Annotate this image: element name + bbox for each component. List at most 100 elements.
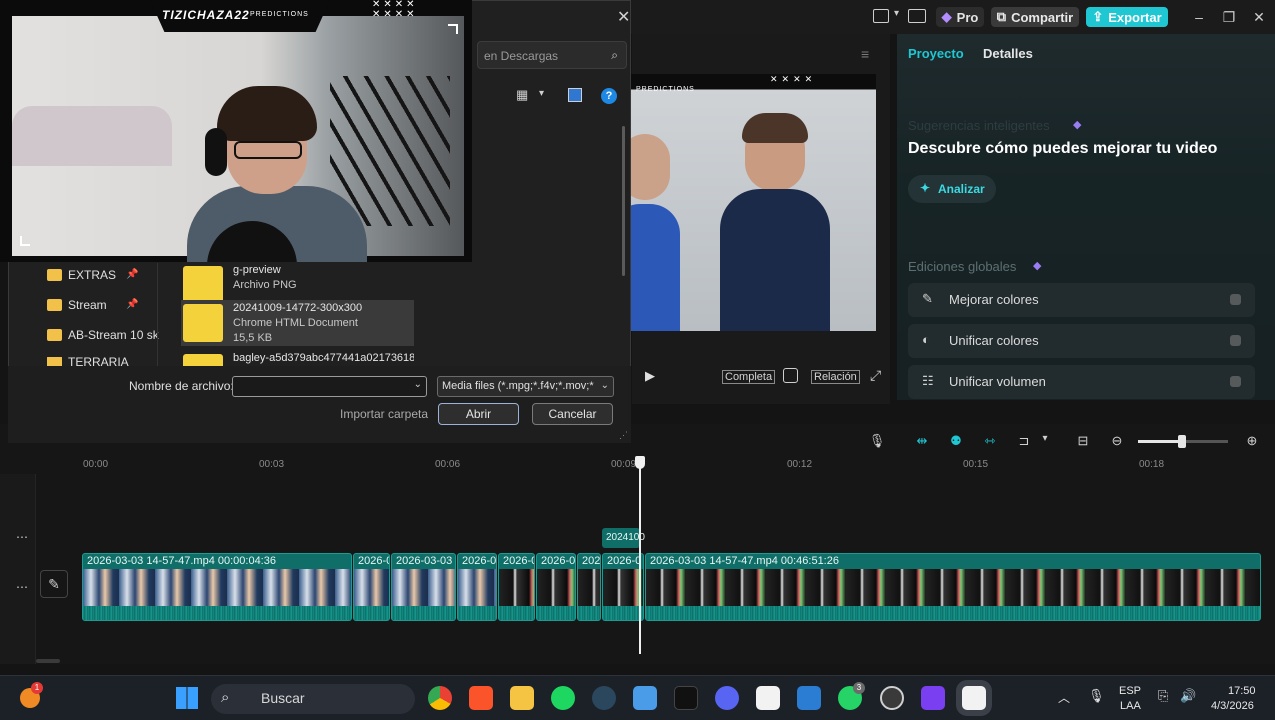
nav-item-stream[interactable]: Stream (47, 298, 107, 312)
word-icon[interactable] (797, 686, 821, 710)
volume-icon[interactable]: 🔊 (1180, 688, 1196, 704)
unify-colors-item[interactable]: ◐ Unificar colores (908, 324, 1255, 358)
capcut-active-icon[interactable] (962, 686, 986, 710)
unify-colors-toggle[interactable] (1230, 335, 1241, 346)
tab-project[interactable]: Proyecto (908, 46, 964, 61)
zoom-slider-handle[interactable] (1178, 435, 1186, 448)
timeline-clip[interactable]: 2026-03-03 14-57-47.mp4 00:00:04:36 (82, 553, 352, 621)
chevron-down-icon[interactable]: ▾ (1036, 433, 1054, 449)
pro-button[interactable]: ◆ Pro (936, 7, 984, 27)
chrome-icon[interactable] (428, 686, 452, 710)
obs-icon[interactable] (880, 686, 904, 710)
dialog-scrollbar[interactable] (622, 126, 625, 276)
timeline-clip[interactable]: 2026-03-03 (391, 553, 456, 621)
shortcut-icon[interactable] (908, 9, 926, 23)
enhance-colors-toggle[interactable] (1230, 294, 1241, 305)
filename-input[interactable]: ⌄ (232, 376, 427, 397)
language-top[interactable]: ESP (1119, 685, 1141, 697)
enhance-colors-label: Mejorar colores (949, 292, 1039, 307)
split-icon[interactable]: ⊐ (1015, 433, 1033, 449)
network-icon[interactable]: ⎘ (1158, 688, 1168, 704)
spotify-icon[interactable] (551, 686, 575, 710)
nav-item-extras[interactable]: EXTRAS (47, 268, 116, 282)
resize-grip-icon[interactable]: ⋰ (619, 430, 628, 441)
timeline-clip[interactable]: 2026-03-03 14-57-47.mp4 00:46:51:26 (645, 553, 1261, 621)
taskbar-search[interactable]: ⌕ Buscar (211, 684, 415, 714)
brave-icon[interactable] (469, 686, 493, 710)
steam-icon[interactable] (592, 686, 616, 710)
link-clips-icon[interactable]: ⇿ (981, 433, 999, 449)
timeline-clip[interactable]: 2026-0 (536, 553, 576, 621)
file-item-selected[interactable]: 20241009-14772-300x300 Chrome HTML Docum… (181, 300, 414, 346)
enhance-colors-item[interactable]: ✎ Mejorar colores (908, 283, 1255, 317)
aspect-ratio-button[interactable]: Relación (811, 370, 860, 384)
timeline-clip[interactable]: 2026-0 (498, 553, 535, 621)
minimize-icon[interactable]: – (1190, 8, 1208, 26)
edit-track-icon[interactable]: ✎ (40, 570, 68, 598)
share-button[interactable]: ⧉ Compartir (991, 7, 1079, 27)
chevron-down-icon[interactable]: ⌄ (414, 379, 422, 390)
close-icon[interactable]: ✕ (617, 7, 630, 27)
discord-icon[interactable] (715, 686, 739, 710)
unify-volume-toggle[interactable] (1230, 376, 1241, 387)
preview-pane-icon[interactable] (568, 88, 582, 102)
menu-icon[interactable]: ≡ (861, 46, 869, 62)
microphone-icon[interactable]: 🎙 (1088, 688, 1105, 704)
play-icon[interactable]: ▶ (645, 368, 655, 384)
full-quality-button[interactable]: Completa (722, 370, 776, 384)
layout-icon[interactable] (873, 9, 889, 23)
nav-item-ab-stream[interactable]: AB-Stream 10 sk (47, 328, 159, 342)
timeline-clip[interactable]: 2026-0 (602, 553, 644, 621)
clock-date[interactable]: 4/3/2026 (1211, 700, 1254, 712)
help-icon[interactable]: ? (601, 88, 617, 104)
file-item[interactable]: bagley-a5d379abc477441a02173618 (181, 350, 414, 367)
timeline-horizontal-scrollbar[interactable] (36, 659, 60, 663)
preview-video-frame[interactable]: PREDICTIONS ✕✕✕✕ (630, 74, 876, 331)
chevron-up-icon[interactable]: ︿ (1058, 689, 1070, 706)
preview-axis-icon[interactable]: ⊟ (1074, 433, 1092, 449)
playhead-handle[interactable] (635, 456, 645, 469)
gem-icon: ◆ (941, 9, 952, 24)
tab-details[interactable]: Detalles (983, 46, 1033, 61)
magnet-link-icon[interactable]: ⇹ (913, 433, 931, 449)
zoom-in-icon[interactable]: ⊕ (1243, 433, 1261, 449)
fullscreen-icon[interactable]: ⤢ (870, 367, 881, 384)
chevron-down-icon[interactable]: ▾ (894, 8, 899, 19)
windows-start-icon[interactable] (176, 687, 198, 709)
timeline-clip[interactable]: 202 (577, 553, 601, 621)
close-window-icon[interactable]: ✕ (1250, 8, 1268, 26)
pin-icon[interactable]: 📌 (126, 269, 138, 280)
timeline-clip[interactable]: 2026-0 (457, 553, 497, 621)
analyze-button[interactable]: ✦ Analizar (908, 175, 996, 203)
filetype-select[interactable]: Media files (*.mpg;*.f4v;*.mov;* ⌄ (437, 376, 614, 397)
tiktok-icon[interactable] (674, 686, 698, 710)
more-options-icon[interactable]: ⋯ (16, 530, 28, 544)
microphone-icon[interactable]: 🎙 (868, 433, 886, 449)
zoom-out-icon[interactable]: ⊖ (1108, 433, 1126, 449)
more-options-icon[interactable]: ⋯ (16, 580, 28, 594)
grid-app-icon[interactable] (921, 686, 945, 710)
clock-time[interactable]: 17:50 (1228, 685, 1256, 697)
analyze-label: Analizar (938, 182, 985, 196)
playhead[interactable] (639, 456, 641, 654)
zoom-slider[interactable] (1138, 435, 1228, 448)
overlay-clip-marker[interactable]: 2024100 (602, 528, 645, 548)
timeline-clip[interactable]: 2026-0 (353, 553, 390, 621)
screenshot-icon[interactable] (783, 368, 798, 383)
capcut-icon[interactable] (756, 686, 780, 710)
notification-badge: 1 (31, 682, 43, 694)
cancel-button[interactable]: Cancelar (532, 403, 613, 425)
search-downloads-input[interactable]: en Descargas ⌕ (477, 41, 627, 69)
chevron-down-icon[interactable]: ▾ (539, 88, 544, 99)
view-options-icon[interactable]: ▦ (516, 87, 528, 103)
language-bottom[interactable]: LAA (1120, 700, 1141, 712)
auto-snap-icon[interactable]: ⚉ (947, 433, 965, 449)
store-icon[interactable] (633, 686, 657, 710)
pin-icon[interactable]: 📌 (126, 299, 138, 310)
export-button[interactable]: ⇪ Exportar (1086, 7, 1168, 27)
open-button[interactable]: Abrir (438, 403, 519, 425)
file-explorer-icon[interactable] (510, 686, 534, 710)
unify-volume-item[interactable]: ☷ Unificar volumen (908, 365, 1255, 399)
restore-icon[interactable]: ❐ (1220, 8, 1238, 26)
import-folder-button[interactable]: Importar carpeta (340, 407, 428, 421)
